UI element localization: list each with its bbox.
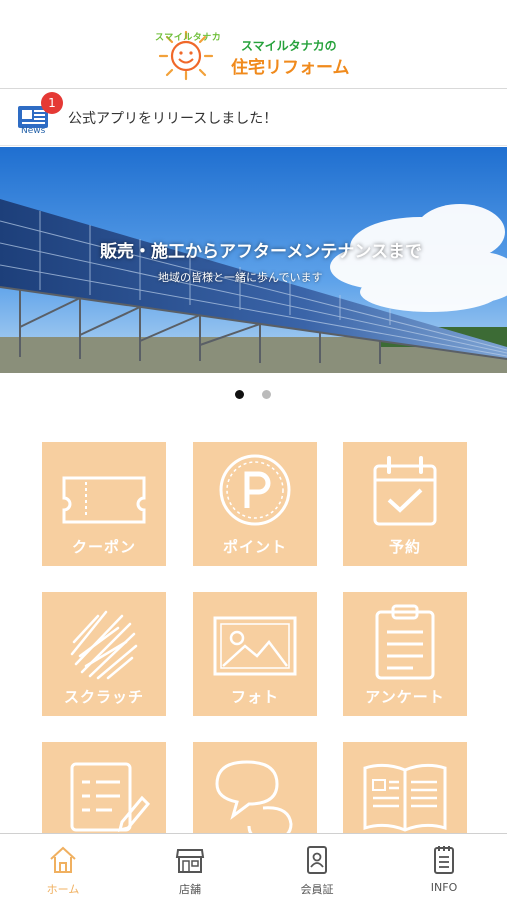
banner-title: 販売・施工からアフターメンテナンスまで xyxy=(100,242,422,262)
tile-label: スクラッチ xyxy=(63,688,144,706)
tile-label: クーポン xyxy=(71,538,136,556)
hero-banner[interactable]: 販売・施工からアフターメンテナンスまで 地域の皆様と一緒に歩んでいます xyxy=(0,147,507,373)
menu-tile-scratch[interactable]: スクラッチ xyxy=(42,592,166,716)
banner-subtitle: 地域の皆様と一緒に歩んでいます xyxy=(158,271,323,284)
tab-label: 店舗 xyxy=(179,883,201,896)
tile-label: 予約 xyxy=(388,538,421,556)
tile-label: アンケート xyxy=(365,688,445,706)
carousel-pagination xyxy=(235,390,275,400)
carousel-dot-1[interactable] xyxy=(235,390,244,399)
bottom-tab-bar: ホーム 店舗 会員証 INFO xyxy=(0,833,507,901)
tab-label: 会員証 xyxy=(300,883,334,896)
logo-small-text: スマイルタナカ xyxy=(155,33,222,43)
menu-tile-survey[interactable]: アンケート xyxy=(343,592,467,716)
app-header: スマイルタナカ スマイルタナカの 住宅リフォーム xyxy=(0,0,507,89)
tab-info[interactable]: INFO xyxy=(381,834,507,901)
logo-line-2: 住宅リフォーム xyxy=(231,58,350,78)
news-bar[interactable]: 1 News 公式アプリをリリースしました！ xyxy=(0,89,507,146)
tab-store[interactable]: 店舗 xyxy=(127,834,253,901)
news-message[interactable]: 公式アプリをリリースしました！ xyxy=(68,108,277,128)
tab-member-card[interactable]: 会員証 xyxy=(254,834,380,901)
carousel-dot-2[interactable] xyxy=(262,390,271,399)
info-document-icon xyxy=(434,846,454,874)
tile-label: フォト xyxy=(230,688,279,706)
tile-label: ポイント xyxy=(222,538,287,556)
tab-label: ホーム xyxy=(46,883,80,896)
member-card-icon xyxy=(307,846,327,874)
menu-tile-point[interactable]: ポイント xyxy=(193,442,317,566)
news-icon-label: News xyxy=(21,126,46,136)
tab-label: INFO xyxy=(430,881,458,894)
logo-line-1: スマイルタナカの xyxy=(241,39,337,53)
store-icon xyxy=(175,849,205,873)
tab-home[interactable]: ホーム xyxy=(0,834,126,901)
menu-tile-photo[interactable]: フォト xyxy=(193,592,317,716)
home-icon xyxy=(50,846,76,873)
menu-tile-reservation[interactable]: 予約 xyxy=(343,442,467,566)
menu-tile-coupon[interactable]: クーポン xyxy=(42,442,166,566)
news-badge: 1 xyxy=(41,92,63,114)
